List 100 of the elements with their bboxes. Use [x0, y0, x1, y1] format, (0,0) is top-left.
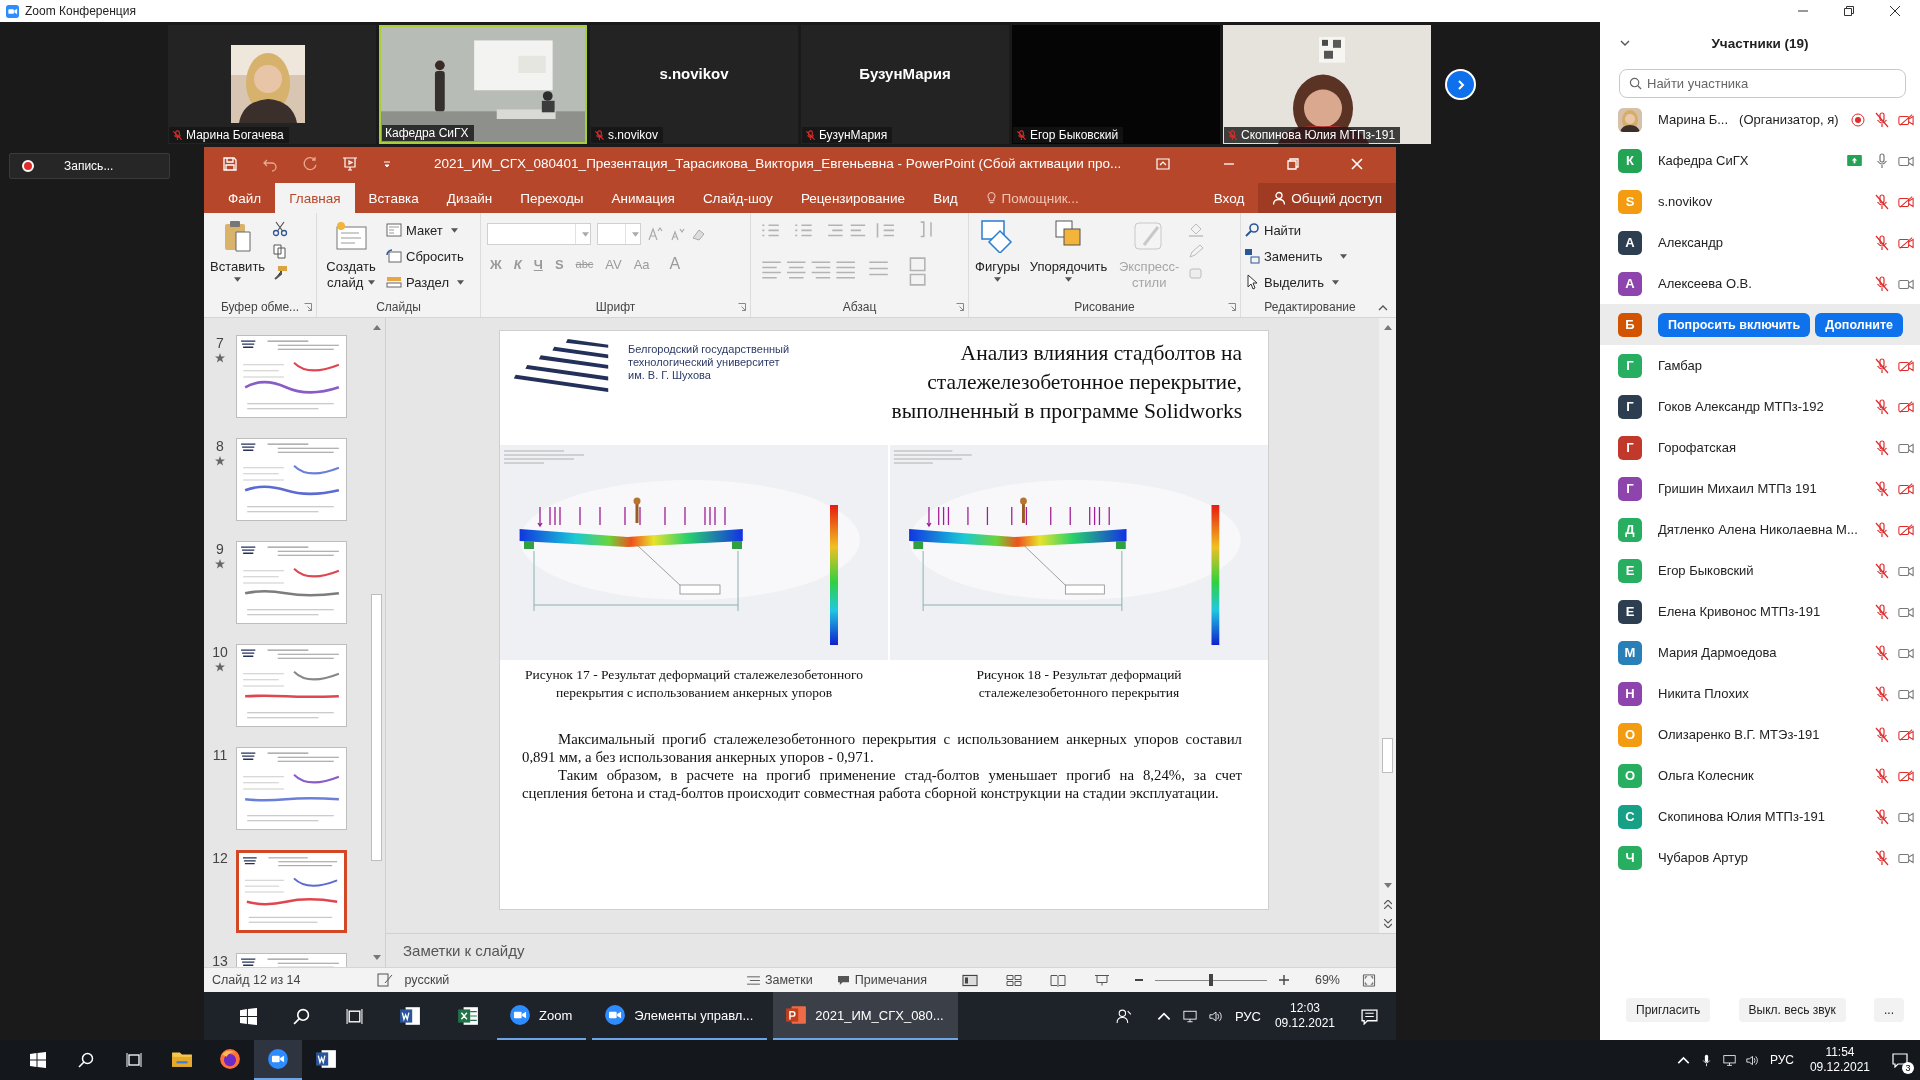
scroll-down-icon[interactable]: [1383, 883, 1392, 889]
video-tile[interactable]: s.novikov s.novikov: [590, 25, 798, 144]
collapse-ribbon-icon[interactable]: [1378, 305, 1388, 311]
muted-mic-icon[interactable]: [1874, 685, 1890, 702]
taskbar-window-button[interactable]: 2021_ИМ_СГХ_080...: [773, 992, 958, 1040]
paste-button[interactable]: Вставить: [207, 217, 269, 297]
muted-mic-icon[interactable]: [1874, 767, 1890, 784]
arrange-button[interactable]: Упорядочить: [1026, 217, 1111, 297]
slide-thumbnail[interactable]: [236, 644, 347, 727]
reset-button[interactable]: Сбросить: [386, 245, 464, 267]
search-icon[interactable]: [293, 1007, 310, 1025]
muted-mic-icon[interactable]: [1874, 562, 1890, 579]
camera-off-icon[interactable]: [1898, 357, 1914, 374]
camera-off-icon[interactable]: [1898, 111, 1914, 128]
record-button[interactable]: Запись...: [9, 153, 170, 179]
volume-icon[interactable]: [1745, 1053, 1759, 1067]
participant-row[interactable]: О Ольга Колесник: [1600, 755, 1920, 796]
participant-row[interactable]: М Мария Дармоедова: [1600, 632, 1920, 673]
muted-mic-icon[interactable]: [1874, 439, 1890, 456]
participant-row[interactable]: Г Гоков Александр МТПз-192: [1600, 386, 1920, 427]
restore-icon[interactable]: [1844, 6, 1854, 16]
ribbon-tab[interactable]: Дизайн: [432, 183, 507, 213]
footer-button[interactable]: ...: [1874, 998, 1904, 1022]
notes-button[interactable]: Заметки: [747, 973, 813, 987]
video-tile[interactable]: Егор Быковский: [1012, 25, 1220, 144]
action-button[interactable]: Дополните: [1815, 312, 1903, 337]
slide-thumbnail[interactable]: [236, 335, 347, 418]
muted-mic-icon[interactable]: [1874, 357, 1890, 374]
video-tile[interactable]: БузунМария БузунМария: [801, 25, 1009, 144]
customize-toolbar-icon[interactable]: [382, 158, 392, 169]
footer-button[interactable]: Выкл. весь звук: [1738, 998, 1846, 1022]
reading-view-icon[interactable]: [1049, 973, 1066, 987]
scroll-up-icon[interactable]: [1383, 324, 1392, 330]
ribbon-tab[interactable]: Слайд-шоу: [688, 183, 787, 213]
notifications-icon[interactable]: [1361, 1007, 1378, 1025]
participant-row[interactable]: S s.novikov: [1600, 181, 1920, 222]
comments-button[interactable]: Примечания: [836, 973, 927, 987]
scroll-down-icon[interactable]: [372, 955, 381, 961]
zoom-in-icon[interactable]: [1278, 975, 1289, 985]
ribbon-tab[interactable]: Вид: [919, 183, 972, 213]
ribbon-tab[interactable]: Вставка: [354, 183, 433, 213]
grid-view-icon[interactable]: [1005, 973, 1022, 987]
ribbon-tab[interactable]: Главная: [275, 183, 355, 213]
network-icon[interactable]: [1722, 1053, 1736, 1067]
copy-icon[interactable]: [272, 243, 289, 259]
slide-thumbnail[interactable]: [236, 541, 347, 624]
participant-row[interactable]: Ч Чубаров Артур: [1600, 837, 1920, 878]
layout-button[interactable]: Макет: [386, 219, 464, 241]
camera-off-icon[interactable]: [1898, 234, 1914, 251]
scrollbar-thumb[interactable]: [1382, 738, 1393, 773]
shapes-button[interactable]: Фигуры: [972, 217, 1023, 297]
language-label[interactable]: русский: [404, 973, 450, 987]
participant-row[interactable]: К Кафедра СиГХ: [1600, 140, 1920, 181]
muted-mic-icon[interactable]: [1874, 398, 1890, 415]
participant-row[interactable]: А Александр: [1600, 222, 1920, 263]
close-icon[interactable]: [1349, 155, 1366, 172]
camera-off-icon[interactable]: [1898, 480, 1914, 497]
spell-check-icon[interactable]: [376, 973, 393, 987]
muted-mic-icon[interactable]: [1874, 480, 1890, 497]
muted-mic-icon[interactable]: [1874, 644, 1890, 661]
ribbon-options-icon[interactable]: [1155, 155, 1172, 172]
task-view-icon[interactable]: [346, 1007, 363, 1025]
participant-row[interactable]: Е Егор Быковский: [1600, 550, 1920, 591]
slide-thumbnail[interactable]: [236, 438, 347, 521]
notifications-icon[interactable]: [1892, 1052, 1908, 1068]
zoom-level[interactable]: 69%: [1314, 973, 1340, 987]
slide-thumbnail[interactable]: [236, 850, 347, 933]
ribbon-tab[interactable]: Файл: [214, 183, 276, 213]
camera-off-icon[interactable]: [1898, 398, 1914, 415]
task-view-icon[interactable]: [126, 1052, 142, 1068]
ribbon-tab[interactable]: Переходы: [506, 183, 598, 213]
scroll-up-icon[interactable]: [372, 324, 381, 330]
close-icon[interactable]: [1890, 6, 1900, 16]
camera-off-icon[interactable]: [1898, 193, 1914, 210]
participant-row[interactable]: Г Горофатская: [1600, 427, 1920, 468]
search-field[interactable]: Найти участника: [1619, 69, 1906, 98]
find-button[interactable]: Найти: [1244, 219, 1348, 241]
scissors-icon[interactable]: [272, 221, 289, 237]
participant-row[interactable]: Н Никита Плохих: [1600, 673, 1920, 714]
share-button[interactable]: Общий доступ: [1258, 183, 1396, 213]
new-slide-button[interactable]: Создать слайд: [320, 217, 382, 297]
participant-row[interactable]: Е Елена Кривонос МТПз-191: [1600, 591, 1920, 632]
taskbar-app-icon[interactable]: [254, 1040, 302, 1080]
redo-icon[interactable]: [302, 155, 318, 172]
camera-off-icon[interactable]: [1898, 767, 1914, 784]
next-slide-icon[interactable]: [1383, 919, 1392, 928]
ribbon-tab[interactable]: Рецензирование: [786, 183, 920, 213]
muted-mic-icon[interactable]: [1874, 849, 1890, 866]
participant-row[interactable]: Б Попросить включить Дополните: [1600, 304, 1920, 345]
muted-mic-icon[interactable]: [1874, 808, 1890, 825]
people-icon[interactable]: [1115, 1007, 1133, 1025]
camera-off-icon[interactable]: [1898, 726, 1914, 743]
select-button[interactable]: Выделить: [1244, 271, 1348, 293]
scrollbar-thumb[interactable]: [371, 594, 382, 861]
participant-row[interactable]: Г Гамбар: [1600, 345, 1920, 386]
search-icon[interactable]: [78, 1052, 94, 1068]
launcher-icon[interactable]: [1228, 303, 1236, 311]
video-tile[interactable]: Марина Богачева: [168, 25, 376, 144]
network-icon[interactable]: [1182, 1009, 1197, 1023]
section-button[interactable]: Раздел: [386, 271, 464, 293]
